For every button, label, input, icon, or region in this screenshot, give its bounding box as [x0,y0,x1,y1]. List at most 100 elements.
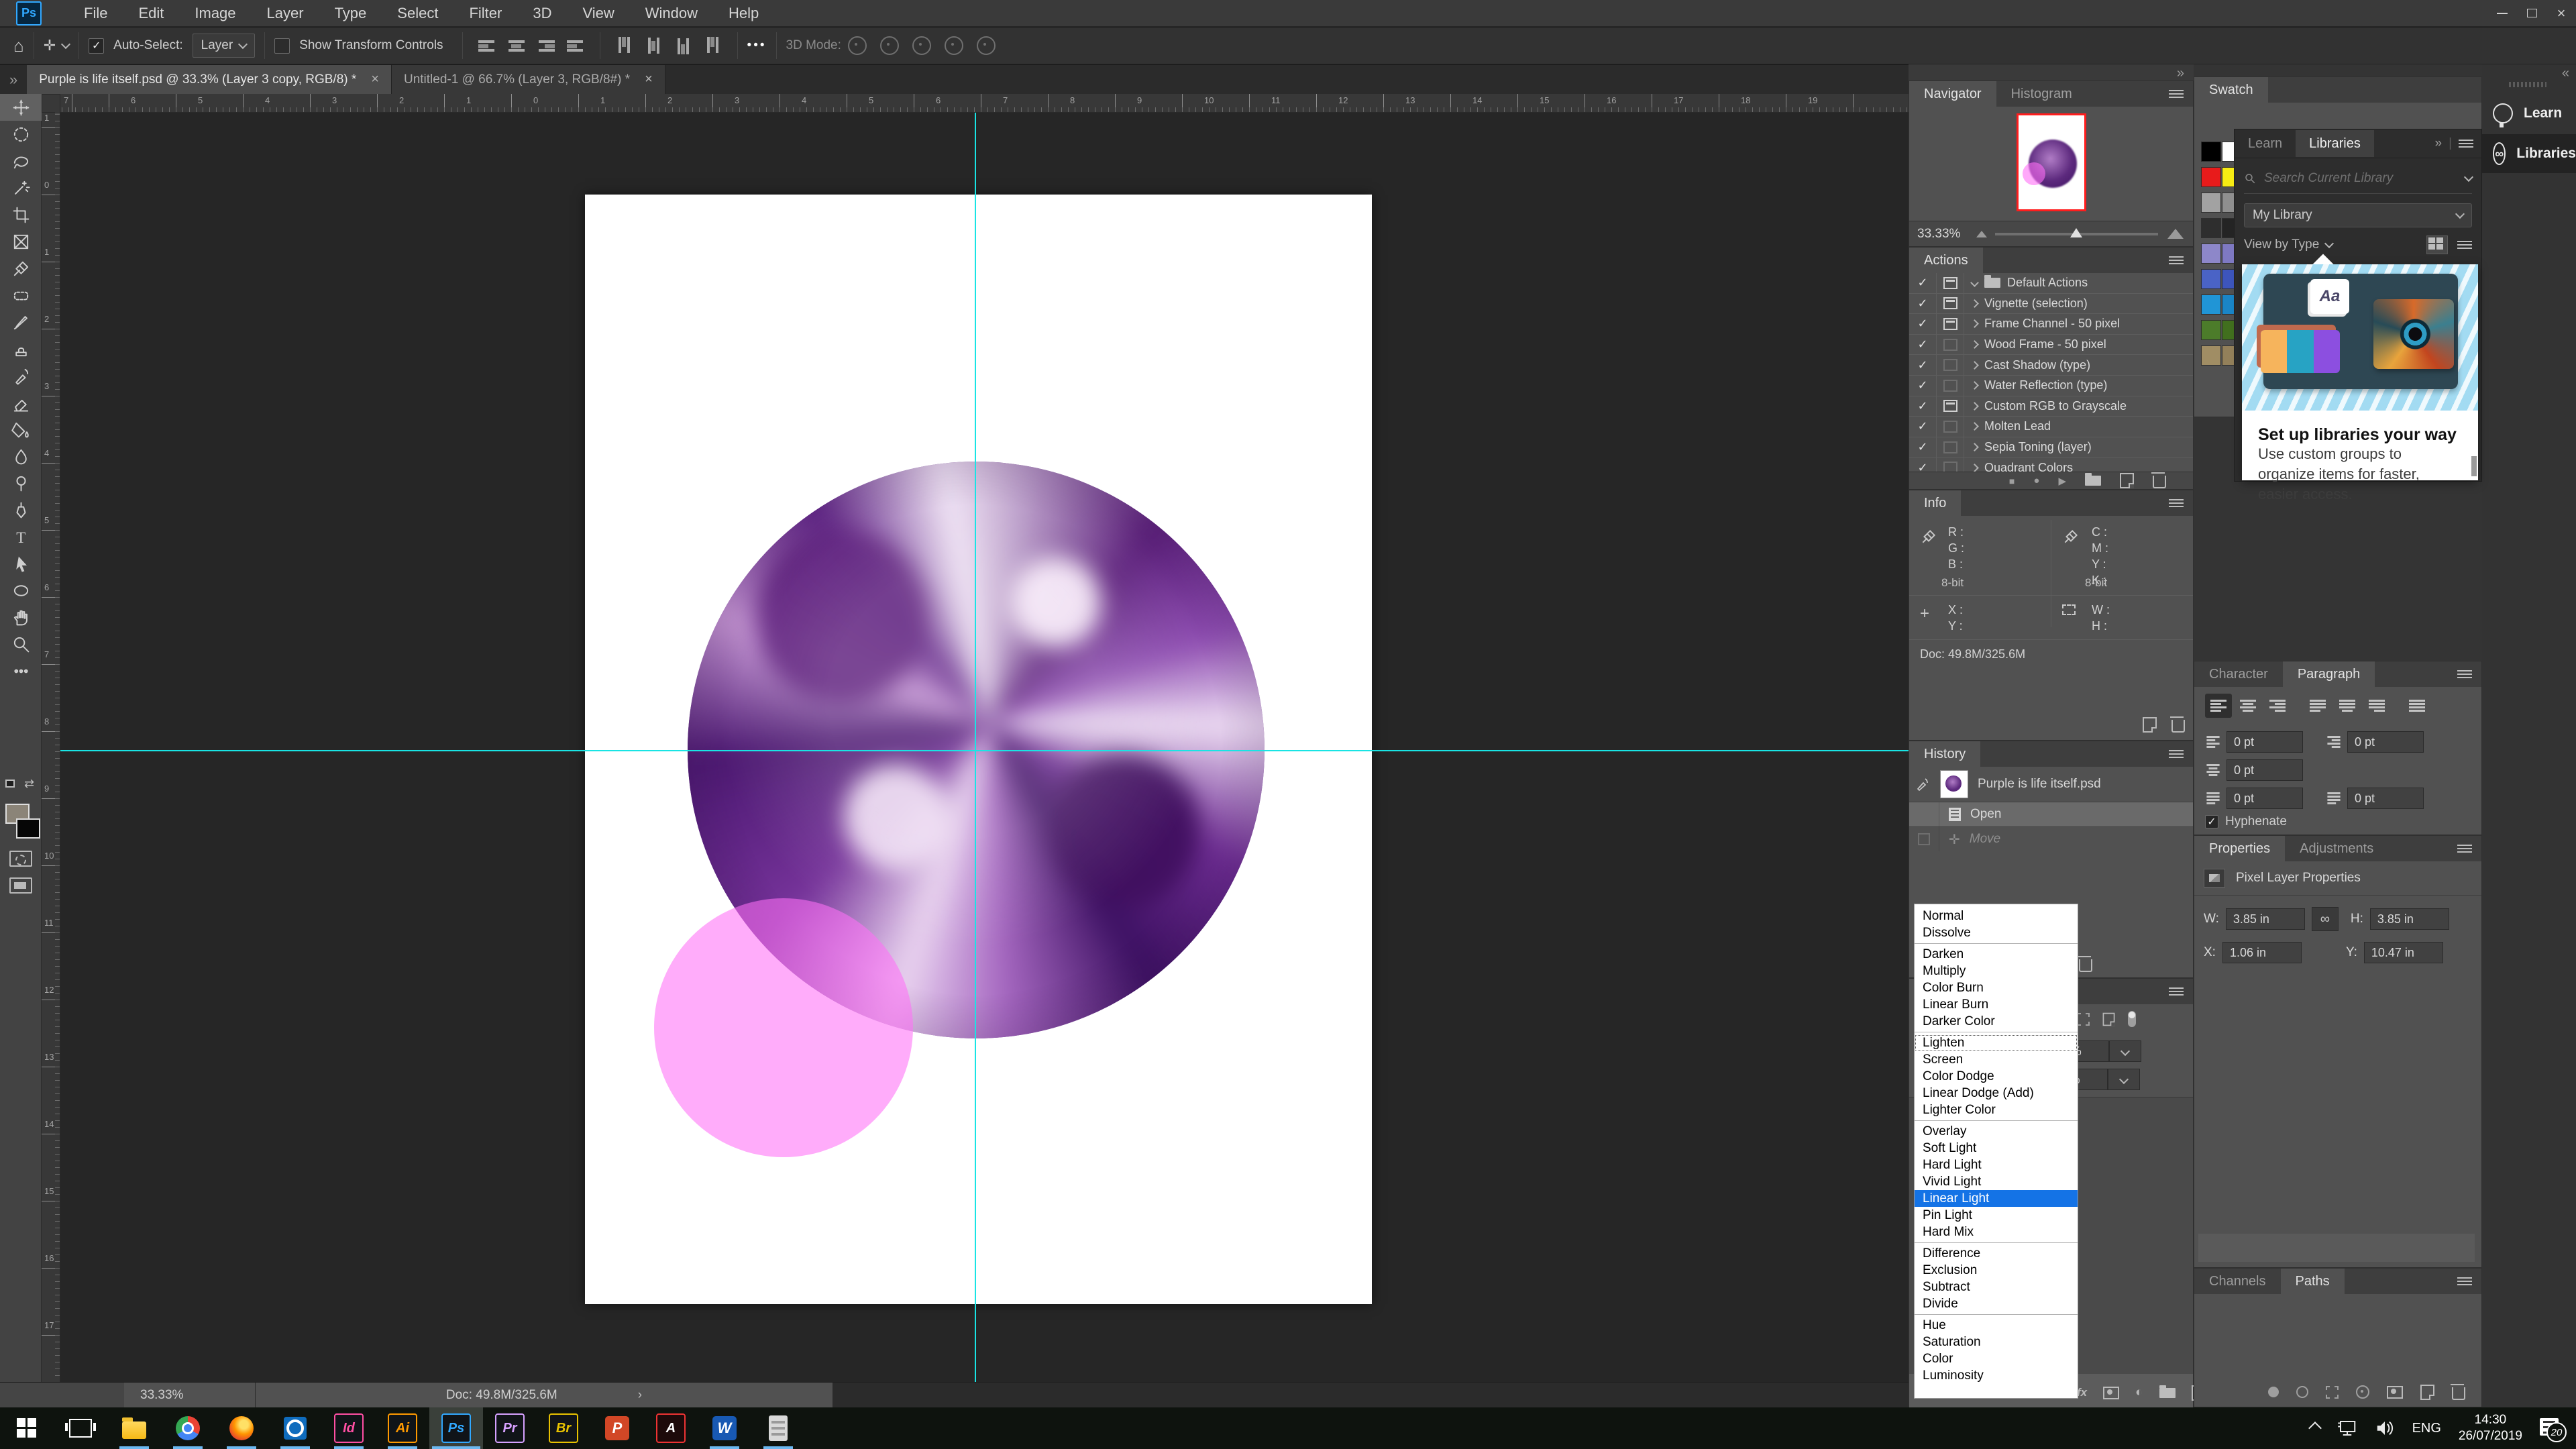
layer-style-icon[interactable]: fx [2077,1386,2087,1399]
taskbar-app[interactable]: Pr [483,1407,537,1449]
color-swatch[interactable] [2201,218,2221,238]
gradient-tool[interactable] [0,416,42,443]
panel-menu-icon[interactable] [2169,256,2184,265]
blend-mode-option[interactable]: Luminosity [1915,1367,2078,1384]
blend-mode-option[interactable]: Lighten [1915,1034,2078,1051]
taskbar-app[interactable]: W [698,1407,751,1449]
new-icon[interactable] [2143,717,2157,733]
dialog-toggle-icon[interactable] [1937,335,1964,355]
tab-channels[interactable]: Channels [2194,1269,2281,1294]
default-colors-icon[interactable] [5,780,15,788]
fill-path-icon[interactable] [2268,1387,2279,1397]
dock-learn-button[interactable]: Learn [2482,94,2576,133]
panel-menu-icon[interactable] [2459,140,2473,148]
hyphenate-checkbox[interactable]: ✓ [2205,815,2218,828]
dialog-toggle-icon[interactable] [1937,294,1964,314]
menu-item[interactable]: Type [319,0,382,27]
3d-rotate-icon[interactable] [848,36,867,55]
new-group-icon[interactable] [2159,1388,2176,1398]
play-icon[interactable]: ▶ [2058,475,2066,487]
align-justify-icon[interactable] [567,40,584,52]
dialog-toggle-icon[interactable] [1937,396,1964,417]
new-action-icon[interactable] [2120,473,2134,488]
blend-mode-option[interactable]: Linear Dodge (Add) [1915,1085,2078,1102]
align-top-icon[interactable] [619,37,631,54]
language-indicator[interactable]: ENG [2412,1421,2441,1436]
blend-mode-option[interactable]: Color Burn [1915,979,2078,996]
scrollbar-thumb[interactable] [2471,456,2477,476]
clone-stamp-tool[interactable] [0,335,42,362]
zoom-tool[interactable] [0,631,42,657]
zoom-in-icon[interactable] [2167,229,2184,239]
taskbar-app[interactable]: Br [537,1407,590,1449]
tab-learn[interactable]: Learn [2235,130,2296,157]
stop-icon[interactable]: ■ [2009,476,2015,486]
color-swatch[interactable] [2201,193,2221,213]
action-row[interactable]: ✓ Molten Lead [1909,417,2193,437]
show-transform-checkbox[interactable] [274,38,290,54]
menu-item[interactable]: Edit [123,0,179,27]
panel-menu-icon[interactable] [2169,90,2184,99]
eyedropper-tool[interactable] [0,255,42,282]
blend-mode-option[interactable]: Linear Light [1915,1190,2078,1207]
delete-state-icon[interactable] [2079,959,2092,972]
y-field[interactable]: 10.47 in [2364,942,2443,963]
expand-chevron-icon[interactable] [1964,362,1984,368]
justify-last-left-button[interactable] [2304,694,2331,718]
tab-info[interactable]: Info [1909,490,1961,516]
action-check-icon[interactable]: ✓ [1909,273,1937,293]
trash-icon[interactable] [2171,720,2185,733]
tab-histogram[interactable]: Histogram [1996,81,2087,107]
toolbar-expand-icon[interactable]: » [9,71,17,89]
panel-menu-icon[interactable] [2457,845,2472,853]
action-row[interactable]: ✓ Cast Shadow (type) [1909,355,2193,376]
blend-mode-option[interactable]: Color [1915,1350,2078,1367]
type-tool[interactable]: T [0,523,42,550]
document-canvas[interactable] [585,195,1372,1304]
align-center-button[interactable] [2235,694,2261,718]
history-step-open[interactable]: Open [1909,802,2193,827]
panel-menu-icon[interactable] [2169,987,2184,996]
taskbar-app[interactable] [54,1407,107,1449]
dock-grip[interactable] [2509,82,2546,87]
expand-chevron-icon[interactable] [1964,465,1984,471]
blend-mode-option[interactable]: Pin Light [1915,1207,2078,1224]
tab-properties[interactable]: Properties [2194,836,2285,861]
history-snapshot-row[interactable]: Purple is life itself.psd [1909,767,2193,802]
lasso-tool[interactable] [0,148,42,174]
dodge-tool[interactable] [0,470,42,496]
menu-item[interactable]: Help [713,0,774,27]
stroke-path-icon[interactable] [2296,1386,2308,1398]
action-check-icon[interactable]: ✓ [1909,376,1937,396]
action-check-icon[interactable]: ✓ [1909,294,1937,314]
crop-tool[interactable] [0,201,42,228]
taskbar-app[interactable]: Ai [376,1407,429,1449]
blend-mode-option[interactable]: Difference [1915,1245,2078,1262]
minimize-button[interactable] [2487,2,2517,25]
align-left-icon[interactable] [478,40,496,52]
list-view-icon[interactable] [2457,241,2472,250]
align-right-icon[interactable] [537,40,555,52]
eraser-tool[interactable] [0,389,42,416]
hand-tool[interactable] [0,604,42,631]
blend-mode-option[interactable]: Color Dodge [1915,1068,2078,1085]
navigator-thumbnail[interactable] [2017,113,2086,211]
dialog-toggle-icon[interactable] [1937,417,1964,437]
blend-mode-option[interactable]: Dissolve [1915,924,2078,941]
path-mask-icon[interactable] [2387,1386,2403,1399]
path-transform-icon[interactable] [2356,1385,2369,1399]
menu-item[interactable]: Layer [252,0,319,27]
action-row[interactable]: ✓ Vignette (selection) [1909,294,2193,315]
layer-mask-icon[interactable] [2103,1387,2119,1399]
network-icon[interactable] [2337,1419,2357,1437]
expand-chevron-icon[interactable] [1964,301,1984,307]
action-check-icon[interactable]: ✓ [1909,314,1937,334]
edit-toolbar-icon[interactable] [0,657,42,684]
background-color-swatch[interactable] [16,818,40,839]
width-field[interactable]: 3.85 in [2226,908,2305,930]
color-swatch[interactable] [2201,142,2221,162]
color-swatch[interactable] [2201,269,2221,289]
dialog-toggle-icon[interactable] [1937,314,1964,334]
blend-mode-option[interactable]: Darken [1915,946,2078,963]
expand-chevron-icon[interactable] [1964,341,1984,347]
